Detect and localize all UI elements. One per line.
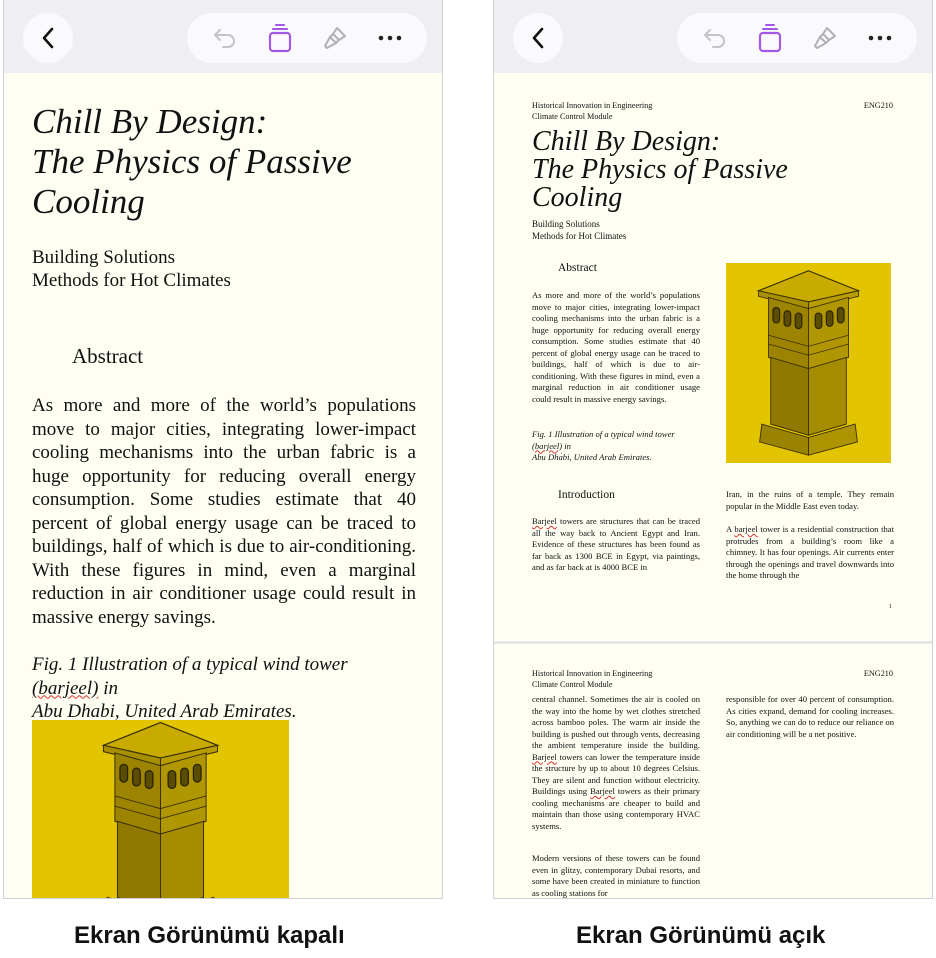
screen-view-icon bbox=[268, 23, 292, 53]
subtitle-line: Methods for Hot Climates bbox=[532, 231, 626, 243]
abstract-text[interactable]: As more and more of the world’s populati… bbox=[32, 394, 416, 629]
body-paragraph[interactable]: central channel. Sometimes the air is co… bbox=[532, 694, 700, 832]
document-title: Chill By Design:The Physics of PassiveCo… bbox=[532, 128, 788, 212]
page-header: Historical Innovation in EngineeringClim… bbox=[532, 100, 652, 122]
abstract-heading: Abstract bbox=[72, 344, 416, 369]
ellipsis-icon bbox=[868, 35, 892, 41]
toolbar bbox=[4, 0, 442, 73]
page-1: Historical Innovation in EngineeringClim… bbox=[494, 0, 933, 641]
ellipsis-icon bbox=[378, 35, 402, 41]
undo-icon bbox=[702, 27, 728, 49]
screen-view-button[interactable] bbox=[260, 18, 300, 58]
more-button[interactable] bbox=[860, 18, 900, 58]
caption-screen-view-on: Ekran Görünümü açık bbox=[576, 922, 825, 950]
toolbar-actions bbox=[187, 13, 427, 63]
page-number: 1 bbox=[889, 602, 892, 614]
caption-screen-view-off: Ekran Görünümü kapalı bbox=[74, 922, 345, 950]
back-button[interactable] bbox=[23, 13, 73, 63]
format-button[interactable] bbox=[315, 18, 355, 58]
misspelled-word[interactable]: (barjeel) bbox=[32, 678, 98, 699]
wind-tower-image[interactable] bbox=[32, 720, 289, 899]
caption-text: Fig. 1 Illustration of a typical wind to… bbox=[532, 429, 675, 439]
course-code: ENG210 bbox=[864, 668, 893, 680]
subtitle-line: Building Solutions bbox=[532, 219, 626, 231]
screen-view-button[interactable] bbox=[750, 18, 790, 58]
back-button[interactable] bbox=[513, 13, 563, 63]
subtitle: Building Solutions Methods for Hot Clima… bbox=[32, 246, 416, 292]
intro-paragraph-cont[interactable]: Iran, in the ruins of a temple. They rem… bbox=[726, 489, 894, 512]
abstract-heading: Abstract bbox=[558, 263, 597, 275]
title-line: Cooling bbox=[532, 184, 788, 212]
abstract-text[interactable]: As more and more of the world’s populati… bbox=[532, 290, 700, 405]
title-line: Chill By Design: bbox=[532, 128, 788, 156]
caption-text: in bbox=[98, 678, 118, 699]
document-reflowed: Chill By Design: The Physics of Passive … bbox=[32, 73, 416, 724]
figure-caption: Fig. 1 Illustration of a typical wind to… bbox=[32, 653, 416, 724]
body-paragraph[interactable]: Modern versions of these towers can be f… bbox=[532, 853, 700, 899]
caption-text: Abu Dhabi, United Arab Emirates. bbox=[532, 452, 652, 462]
misspelled-word[interactable]: Barjeel bbox=[532, 752, 557, 762]
subtitle: Building SolutionsMethods for Hot Climat… bbox=[532, 219, 626, 242]
misspelled-word[interactable]: (barjeel) bbox=[532, 441, 562, 451]
format-button[interactable] bbox=[805, 18, 845, 58]
paragraph-text: central channel. Sometimes the air is co… bbox=[532, 694, 700, 750]
misspelled-word[interactable]: barjeel bbox=[734, 524, 757, 534]
misspelled-word[interactable]: Barjeel bbox=[532, 516, 557, 526]
chevron-left-icon bbox=[41, 27, 55, 49]
header-line: Historical Innovation in Engineering bbox=[532, 100, 652, 111]
caption-text: Fig. 1 Illustration of a typical wind to… bbox=[32, 654, 348, 675]
more-button[interactable] bbox=[370, 18, 410, 58]
document-title: Chill By Design: The Physics of Passive … bbox=[32, 102, 416, 222]
toolbar-actions bbox=[677, 13, 917, 63]
undo-icon bbox=[212, 27, 238, 49]
page-2: Historical Innovation in EngineeringClim… bbox=[494, 644, 933, 899]
header-line: Climate Control Module bbox=[532, 679, 652, 690]
misspelled-word[interactable]: Barjeel bbox=[590, 786, 615, 796]
title-line: The Physics of Passive bbox=[32, 142, 416, 182]
paintbrush-icon bbox=[321, 24, 349, 52]
title-line: Cooling bbox=[32, 182, 416, 222]
caption-text: in bbox=[562, 441, 571, 451]
title-line: The Physics of Passive bbox=[532, 156, 788, 184]
toolbar bbox=[494, 0, 932, 73]
header-line: Historical Innovation in Engineering bbox=[532, 668, 652, 679]
title-line: Chill By Design: bbox=[32, 102, 416, 142]
wind-tower-image[interactable] bbox=[726, 263, 891, 463]
undo-button[interactable] bbox=[695, 18, 735, 58]
paintbrush-icon bbox=[811, 24, 839, 52]
screen-view-on-panel: Historical Innovation in EngineeringClim… bbox=[493, 0, 933, 899]
screen-view-icon bbox=[758, 23, 782, 53]
page-header: Historical Innovation in EngineeringClim… bbox=[532, 668, 652, 690]
body-paragraph[interactable]: responsible for over 40 percent of consu… bbox=[726, 694, 894, 740]
intro-paragraph[interactable]: Barjeel towers are structures that can b… bbox=[532, 516, 700, 574]
screen-view-off-panel: Chill By Design: The Physics of Passive … bbox=[3, 0, 443, 899]
subtitle-line: Building Solutions bbox=[32, 246, 416, 269]
course-code: ENG210 bbox=[864, 100, 893, 112]
undo-button[interactable] bbox=[205, 18, 245, 58]
chevron-left-icon bbox=[531, 27, 545, 49]
subtitle-line: Methods for Hot Climates bbox=[32, 269, 416, 292]
header-line: Climate Control Module bbox=[532, 111, 652, 122]
introduction-heading: Introduction bbox=[558, 490, 615, 502]
paragraph-text: towers are structures that can be traced… bbox=[532, 516, 700, 572]
figure-caption: Fig. 1 Illustration of a typical wind to… bbox=[532, 429, 700, 464]
intro-paragraph-2[interactable]: A barjeel tower is a residential constru… bbox=[726, 524, 894, 582]
caption-text: Abu Dhabi, United Arab Emirates. bbox=[32, 701, 297, 722]
